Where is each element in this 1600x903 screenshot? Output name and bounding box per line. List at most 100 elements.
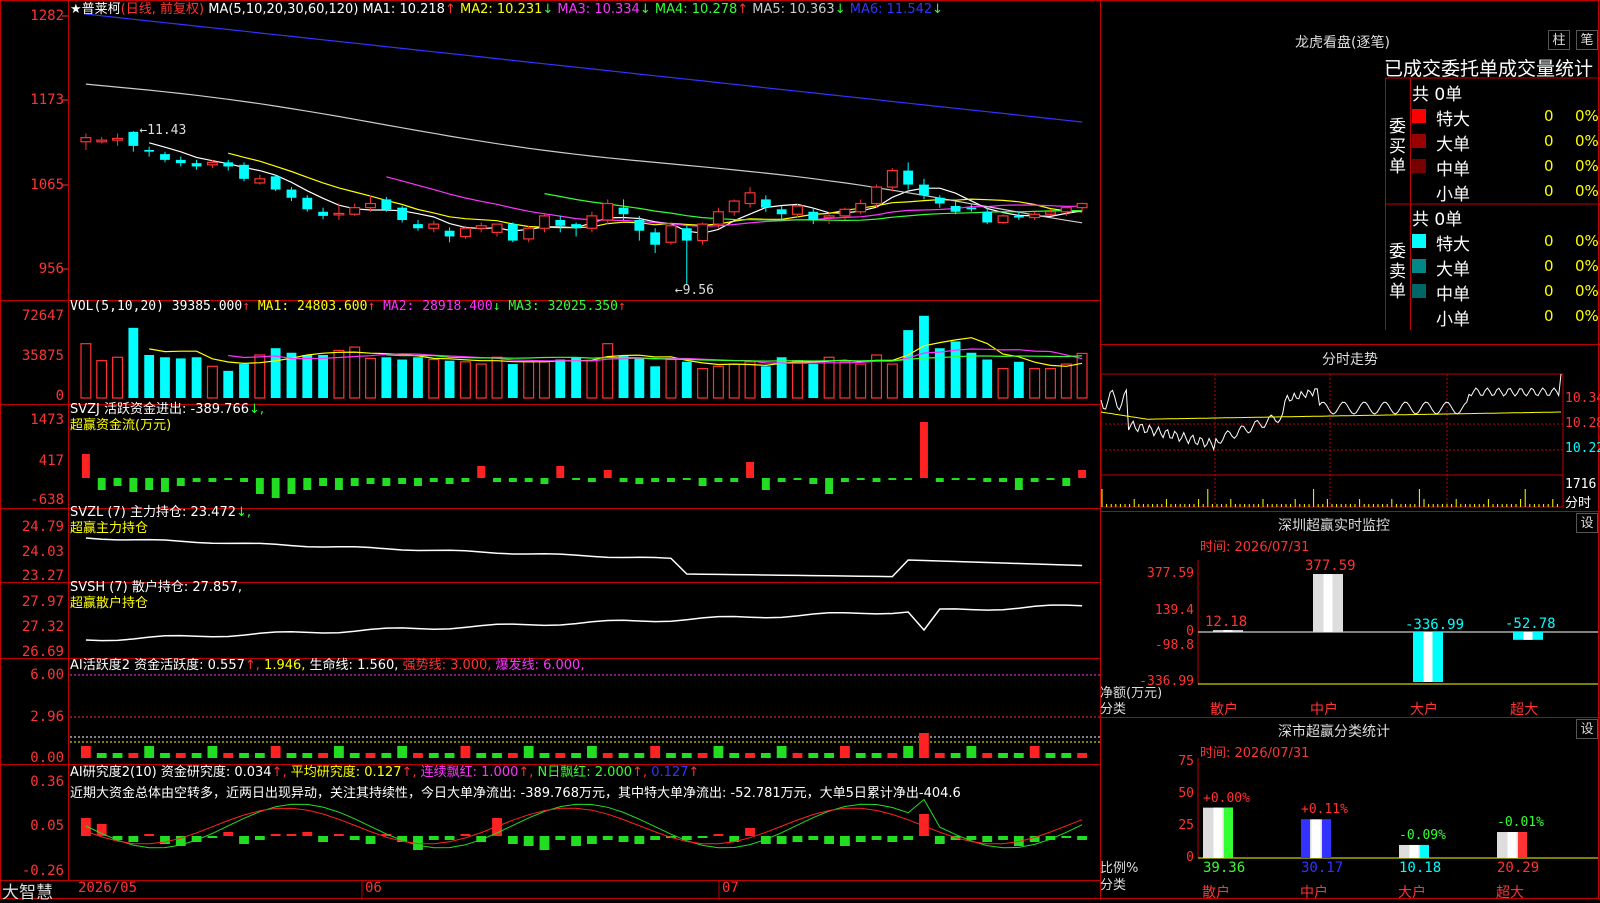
monitor-ytick-2: 0	[1186, 624, 1194, 639]
activity-bar	[887, 753, 898, 758]
candle-body	[712, 211, 724, 225]
classify-cat-0: 散户	[1202, 885, 1230, 901]
main-ytick-2: 1065	[30, 177, 64, 193]
ma-value-0: 10.218	[399, 2, 445, 17]
tick-mode-button[interactable]: 笔	[1576, 30, 1598, 50]
activity-bar	[824, 753, 834, 758]
vol-ma-label-0: MA1:	[257, 299, 297, 314]
fund-flow-bar	[777, 478, 786, 482]
monitor-ytick-4: -336.99	[1139, 674, 1194, 689]
candle-body	[903, 170, 914, 185]
volume-bar	[444, 360, 455, 398]
vol-ytick-1: 35875	[21, 348, 64, 364]
volume-bar	[239, 364, 249, 398]
activity-bar	[934, 753, 945, 758]
classify-ytick-1: 50	[1178, 786, 1194, 801]
svsh-sub: 超赢散户持仓	[70, 596, 149, 611]
volume-bar	[1029, 367, 1041, 399]
classify-ytick-0: 75	[1178, 754, 1194, 769]
fund-flow-bar	[809, 478, 818, 484]
research-bar	[318, 836, 328, 842]
classify-change-3: -0.01%	[1497, 815, 1544, 831]
fenshi-title: 分时走势	[1322, 352, 1378, 368]
main-ytick-0: 1282	[30, 8, 64, 24]
fund-flow-bar	[904, 478, 913, 480]
lhb-sell-count-1: 0	[1544, 257, 1554, 275]
classify-value-2: 10.18	[1399, 860, 1442, 876]
fund-flow-bar	[1046, 478, 1055, 480]
stock-name[interactable]: 普莱柯	[82, 2, 121, 17]
activity-bar	[729, 753, 740, 758]
research-bar	[507, 836, 518, 844]
ai1-ytick-0: 6.00	[30, 667, 64, 683]
research-bar	[713, 834, 724, 836]
monitor-settings-button[interactable]: 设	[1576, 513, 1598, 533]
activity-bar	[903, 746, 914, 758]
fenshi-ytick-2: 10.22	[1565, 441, 1600, 456]
fund-flow-bar	[825, 478, 834, 494]
activity-bar	[286, 753, 297, 758]
brand-label: 大智慧	[2, 883, 53, 903]
candle-body	[791, 205, 803, 215]
candle-body	[1013, 215, 1024, 218]
lhb-buy-swatch-0	[1412, 109, 1426, 123]
activity-bar	[618, 753, 629, 758]
fund-flow-bar	[255, 478, 264, 494]
ma-value-4: 10.363	[789, 2, 835, 17]
vol-header: VOL(5,10,20) 39385.000 ↑ MA1: 24803.600 ↑ …	[70, 299, 626, 314]
activity-bar	[460, 746, 471, 758]
fund-flow-bar	[176, 478, 185, 486]
fenshi-frame	[1100, 373, 1564, 508]
candle-body	[144, 150, 155, 152]
low-price-note: ←9.56	[674, 283, 714, 299]
svzl-ytick-0: 24.79	[21, 519, 64, 535]
volume-bar	[760, 366, 771, 398]
activity-bar	[760, 753, 771, 758]
volume-bar	[254, 354, 266, 399]
candle-body	[333, 212, 345, 216]
activity-bar	[1045, 753, 1056, 758]
bar-mode-button[interactable]: 柱	[1548, 30, 1570, 50]
svzj-ytick-0: 1473	[30, 412, 64, 428]
classify-value-3: 20.29	[1497, 860, 1540, 876]
activity-bar	[792, 753, 803, 758]
fund-flow-bar	[1030, 478, 1039, 482]
fenshi-ytick-0: 10.34	[1565, 391, 1600, 406]
ai2-ytick-2: -0.26	[21, 863, 64, 879]
research-bar	[618, 836, 629, 842]
classify-settings-button[interactable]: 设	[1576, 719, 1598, 739]
lhb-sell-swatch-0	[1412, 234, 1426, 248]
volume-bar	[302, 355, 313, 398]
candle-body	[428, 223, 440, 229]
svsh-header: SVSH (7) 散户持仓: 27.857,	[70, 580, 243, 595]
ma-value-2: 10.334	[594, 2, 640, 17]
fund-flow-bar	[429, 478, 438, 482]
volume-bar	[586, 360, 598, 399]
research-bar	[81, 818, 91, 836]
volume-bar	[459, 361, 471, 399]
fund-flow-bar	[651, 478, 660, 482]
candle-body	[855, 202, 867, 213]
fund-flow-bar	[271, 478, 280, 498]
classify-bar-color-3	[1518, 832, 1527, 858]
research-line	[85, 798, 1083, 849]
activity-bar	[160, 753, 170, 758]
candle-body	[1044, 211, 1056, 215]
fund-flow-bar	[761, 478, 770, 490]
monitor-time: 时间: 2026/07/31	[1200, 540, 1310, 555]
activity-bar	[571, 753, 581, 758]
ma-label-5: MA6:	[845, 2, 887, 17]
research-bar	[840, 836, 850, 846]
activity-bar	[428, 753, 439, 758]
fund-flow-bar	[730, 478, 739, 482]
lhb-sell-count-2: 0	[1544, 282, 1554, 300]
volume-bar	[634, 358, 645, 398]
fund-flow-bar	[208, 478, 217, 482]
classify-cat-1: 中户	[1300, 885, 1328, 901]
research-bar	[286, 834, 297, 836]
lhb-buy-pct-3: 0%	[1575, 182, 1599, 200]
ma-value-3: 10.278	[691, 2, 738, 17]
candle-body	[1076, 202, 1088, 209]
chart-mode[interactable]: (日线, 前复权)	[121, 2, 204, 17]
research-bar	[745, 828, 755, 836]
